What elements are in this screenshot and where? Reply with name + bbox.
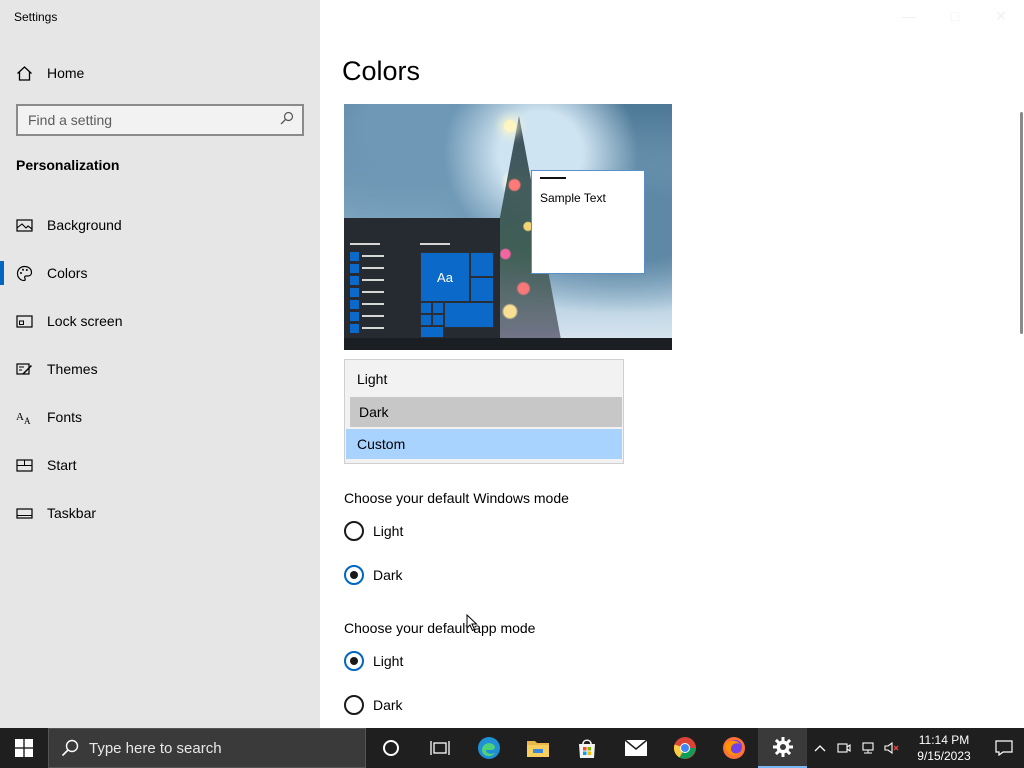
- tree-star: [504, 120, 516, 132]
- lock-screen-icon: [16, 313, 33, 330]
- image-icon: [16, 217, 33, 234]
- windows-mode-dark-radio[interactable]: Dark: [344, 565, 403, 585]
- sidebar: Settings Home Personalization Background…: [0, 0, 320, 728]
- maximize-icon[interactable]: □: [932, 0, 978, 32]
- sample-text: Sample Text: [540, 191, 606, 205]
- brush-icon: [16, 361, 33, 378]
- windows-mode-label: Choose your default Windows mode: [344, 490, 569, 506]
- sidebar-item-colors[interactable]: Colors: [0, 249, 320, 297]
- font-icon: AA: [16, 409, 33, 426]
- preview-tile-aa: Aa: [420, 252, 470, 302]
- radio-button-checked[interactable]: [344, 651, 364, 671]
- preview-tiles-line: [420, 243, 450, 245]
- section-title: Personalization: [16, 157, 120, 173]
- sidebar-item-label: Colors: [47, 265, 88, 281]
- sidebar-item-label: Background: [47, 217, 122, 233]
- radio-button[interactable]: [344, 521, 364, 541]
- windows-logo-icon: [15, 739, 33, 757]
- taskbar-search-box[interactable]: [48, 728, 366, 768]
- search-icon[interactable]: [280, 111, 294, 130]
- sidebar-item-label: Lock screen: [47, 313, 123, 329]
- chrome-icon[interactable]: [660, 728, 709, 768]
- home-label: Home: [47, 65, 85, 81]
- app-title: Settings: [14, 10, 58, 24]
- edge-browser-icon[interactable]: [464, 728, 513, 768]
- radio-label: Light: [373, 653, 404, 669]
- choose-color-dropdown[interactable]: Light Dark Custom: [344, 359, 624, 464]
- preview-tiles: Aa: [420, 252, 494, 338]
- radio-button[interactable]: [344, 695, 364, 715]
- mouse-cursor-icon: [466, 614, 478, 632]
- window-controls: — □ ✕: [886, 0, 1024, 32]
- page-title: Colors: [342, 56, 421, 86]
- taskbar-icon: [16, 505, 33, 522]
- radio-button-checked[interactable]: [344, 565, 364, 585]
- sidebar-item-lock-screen[interactable]: Lock screen: [0, 297, 320, 345]
- palette-icon: [16, 265, 33, 282]
- action-center-icon[interactable]: [984, 728, 1024, 768]
- sidebar-item-background[interactable]: Background: [0, 201, 320, 249]
- taskbar-search-input[interactable]: [89, 739, 365, 757]
- chevron-up-icon[interactable]: [808, 728, 832, 768]
- radio-label: Dark: [373, 567, 403, 583]
- settings-search-input[interactable]: [28, 112, 280, 128]
- sidebar-item-fonts[interactable]: AA Fonts: [0, 393, 320, 441]
- file-explorer-icon[interactable]: [513, 728, 562, 768]
- dropdown-option-dark[interactable]: Dark: [350, 397, 622, 427]
- preview-sample-window: Sample Text: [531, 170, 645, 274]
- color-preview: Aa Sample Text: [344, 104, 672, 350]
- sidebar-item-label: Themes: [47, 361, 98, 377]
- cortana-icon[interactable]: [366, 728, 415, 768]
- scrollbar[interactable]: [1020, 112, 1023, 334]
- home-button[interactable]: Home: [16, 62, 84, 84]
- app-mode-label: Choose your default app mode: [344, 620, 536, 636]
- app-mode-dark-radio[interactable]: Dark: [344, 695, 403, 715]
- volume-muted-icon[interactable]: [880, 728, 904, 768]
- clock-time: 11:14 PM: [918, 733, 970, 747]
- search-icon: [61, 739, 79, 757]
- start-icon: [16, 457, 33, 474]
- minimize-icon[interactable]: —: [886, 0, 932, 32]
- dropdown-option-custom[interactable]: Custom: [346, 429, 622, 459]
- close-icon[interactable]: ✕: [978, 0, 1024, 32]
- preview-app-list: [350, 244, 384, 340]
- settings-search-box[interactable]: [16, 104, 304, 136]
- firefox-icon[interactable]: [709, 728, 758, 768]
- home-icon: [16, 65, 33, 82]
- sidebar-item-label: Fonts: [47, 409, 83, 425]
- meet-now-icon[interactable]: [832, 728, 856, 768]
- start-button[interactable]: [0, 728, 48, 768]
- radio-label: Light: [373, 523, 404, 539]
- taskbar: 11:14 PM 9/15/2023: [0, 728, 1024, 768]
- task-view-icon[interactable]: [415, 728, 464, 768]
- sidebar-item-themes[interactable]: Themes: [0, 345, 320, 393]
- dropdown-option-light[interactable]: Light: [346, 364, 622, 394]
- app-mode-light-radio[interactable]: Light: [344, 651, 403, 671]
- main-content: — □ ✕ Colors Aa Sample Text Light Dark C…: [320, 0, 1024, 728]
- mail-icon[interactable]: [611, 728, 660, 768]
- svg-text:A: A: [24, 416, 31, 426]
- microsoft-store-icon[interactable]: [562, 728, 611, 768]
- settings-gear-icon[interactable]: [758, 728, 807, 768]
- sidebar-nav: Background Colors Lock screen Themes AA …: [0, 201, 320, 537]
- sidebar-item-start[interactable]: Start: [0, 441, 320, 489]
- system-tray: 11:14 PM 9/15/2023: [808, 728, 1024, 768]
- svg-text:A: A: [16, 411, 24, 423]
- taskbar-clock[interactable]: 11:14 PM 9/15/2023: [904, 732, 984, 764]
- sidebar-item-label: Start: [47, 457, 77, 473]
- preview-taskbar: [344, 338, 672, 350]
- clock-date: 9/15/2023: [917, 749, 971, 763]
- sidebar-item-taskbar[interactable]: Taskbar: [0, 489, 320, 537]
- radio-label: Dark: [373, 697, 403, 713]
- sidebar-item-label: Taskbar: [47, 505, 97, 521]
- network-icon[interactable]: [856, 728, 880, 768]
- windows-mode-light-radio[interactable]: Light: [344, 521, 403, 541]
